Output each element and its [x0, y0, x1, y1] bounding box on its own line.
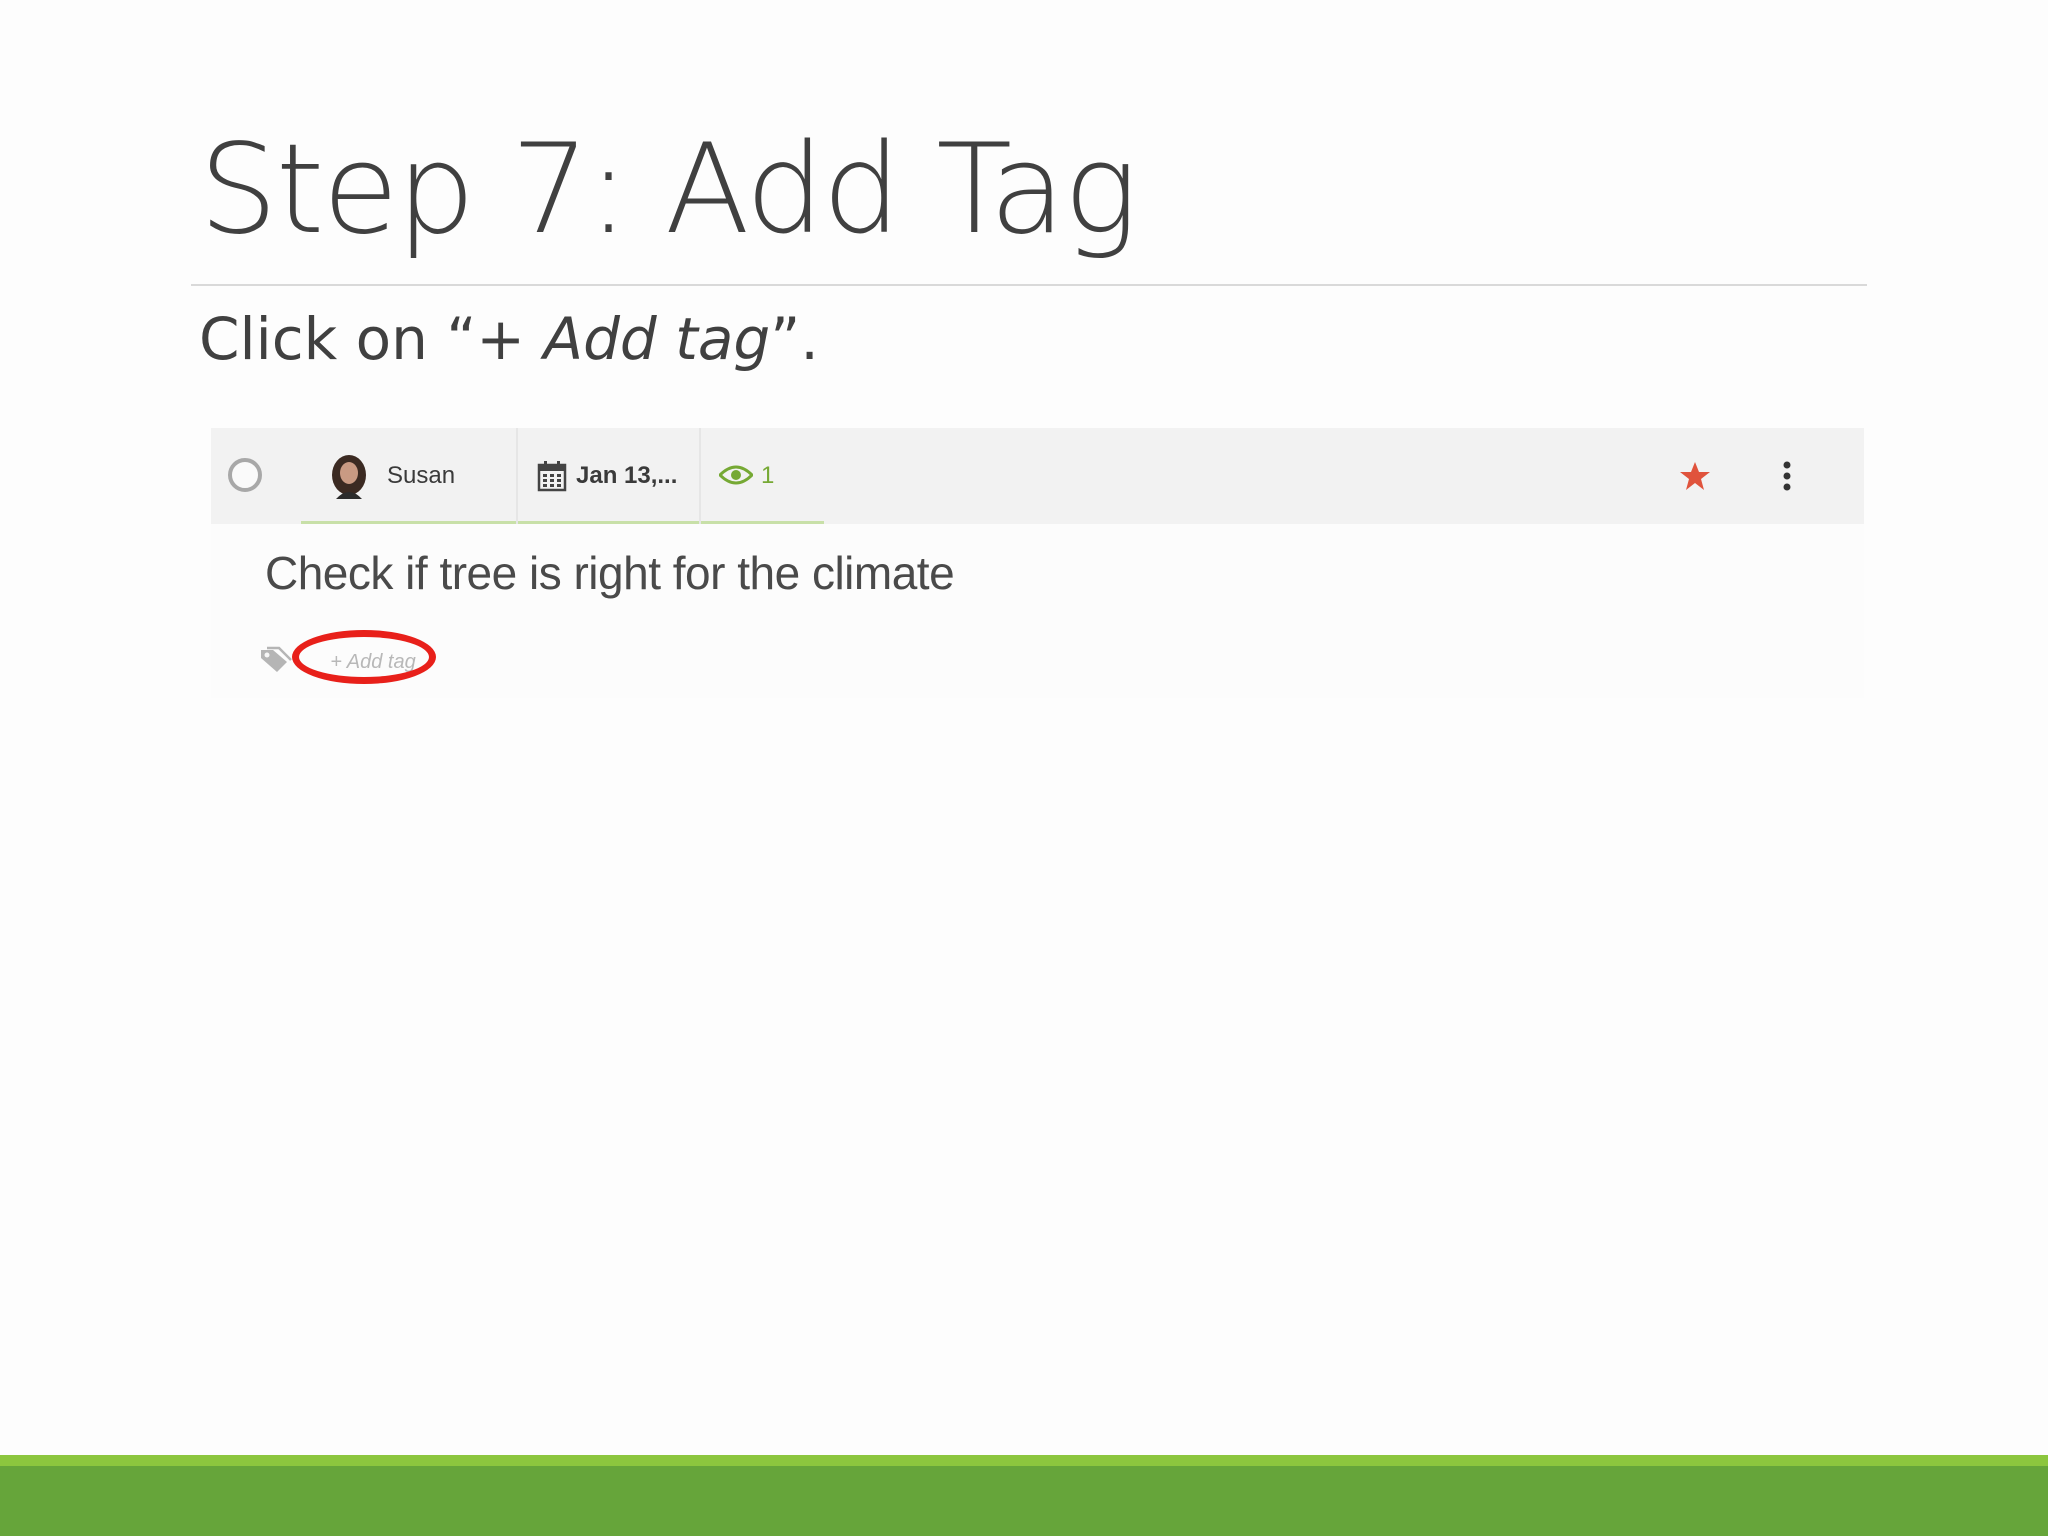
complete-circle-icon[interactable] — [228, 458, 262, 492]
instruction-emphasis: Add tag — [543, 305, 771, 373]
footer-accent-bar — [0, 1455, 2048, 1466]
add-tag-button[interactable]: + Add tag — [303, 640, 443, 684]
title-divider — [191, 284, 1867, 286]
eye-icon[interactable] — [719, 464, 753, 486]
avatar[interactable] — [328, 455, 370, 499]
calendar-icon — [537, 461, 567, 492]
slide-title: Step 7: Add Tag — [199, 118, 1138, 262]
star-icon[interactable] — [1679, 460, 1711, 492]
watchers-count[interactable]: 1 — [761, 462, 774, 490]
instruction-text: Click on “+ Add tag”. — [199, 310, 819, 368]
assignee-name[interactable]: Susan — [387, 462, 455, 490]
separator — [516, 428, 518, 524]
more-vertical-icon[interactable] — [1781, 460, 1793, 492]
tag-row: + Add tag — [259, 634, 459, 684]
task-toolbar: Susan Jan 13,... 1 — [211, 428, 1864, 524]
footer-bar — [0, 1466, 2048, 1536]
task-title[interactable]: Check if tree is right for the climate — [265, 546, 955, 600]
due-date[interactable]: Jan 13,... — [576, 462, 677, 490]
separator — [699, 428, 701, 524]
slide: Step 7: Add Tag Click on “+ Add tag”. Su… — [0, 0, 2048, 1536]
tag-icon — [261, 646, 292, 672]
instruction-suffix: ”. — [770, 305, 819, 373]
task-card-screenshot: Susan Jan 13,... 1 Check if tree is righ… — [211, 428, 1864, 698]
instruction-prefix: Click on “+ — [199, 305, 544, 373]
